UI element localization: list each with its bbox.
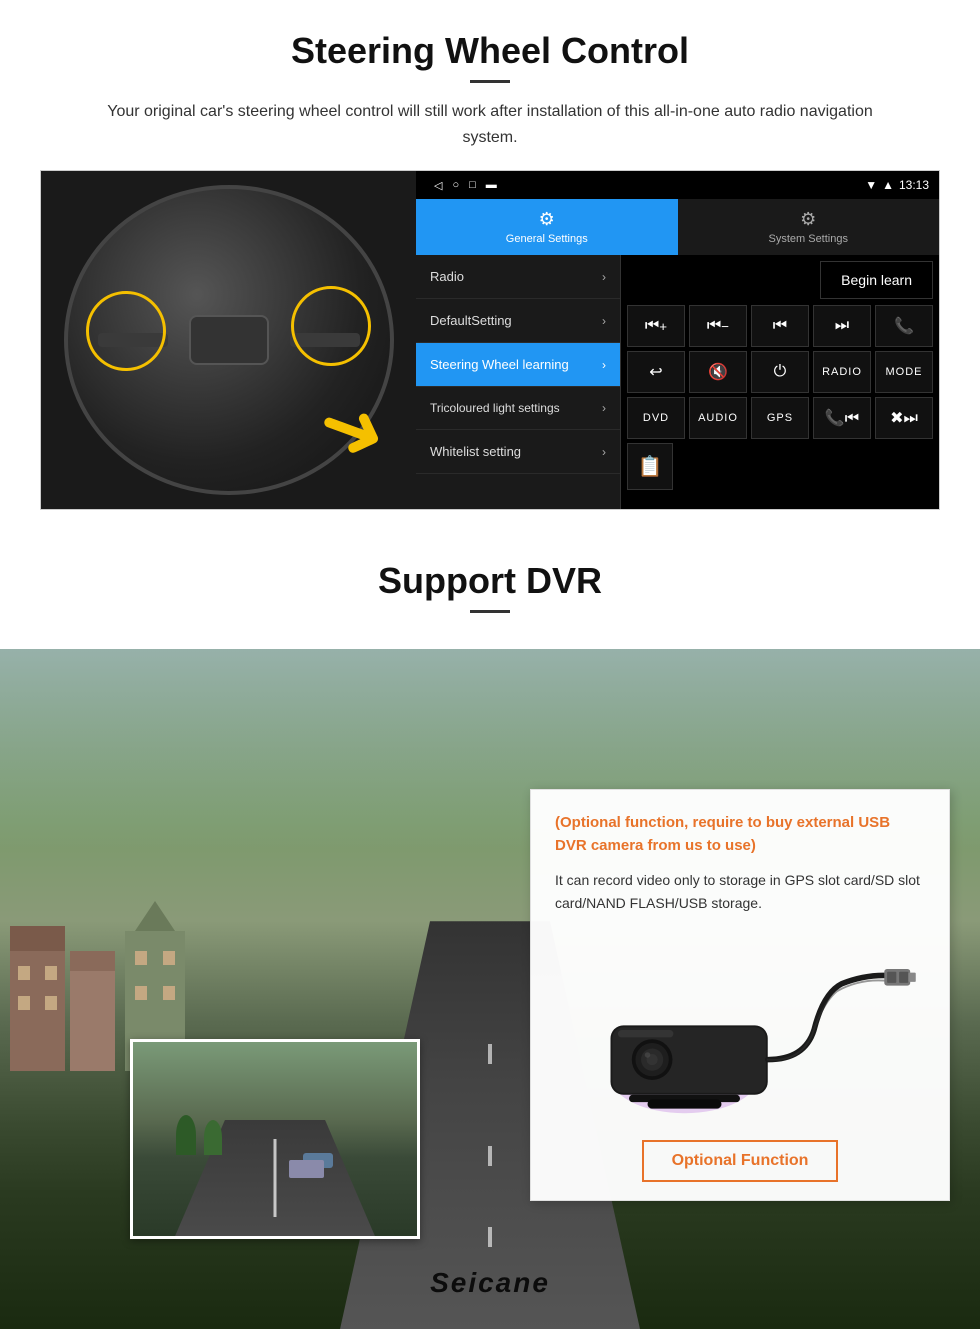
signal-icon: ▼ bbox=[865, 178, 877, 192]
steering-description: Your original car's steering wheel contr… bbox=[80, 99, 900, 150]
ctrl-power[interactable]: ⏻ bbox=[751, 351, 809, 393]
window bbox=[135, 986, 147, 1000]
steering-photo: ➜ bbox=[41, 171, 416, 509]
thumb-tree bbox=[176, 1115, 196, 1155]
chevron-right-icon: › bbox=[602, 314, 606, 328]
dvr-info-card: (Optional function, require to buy exter… bbox=[530, 789, 950, 1201]
steering-demo-area: ➜ ◁ ○ □ ▬ ▼ ▲ 13:13 ⚙ General Setting bbox=[40, 170, 940, 510]
window bbox=[45, 996, 57, 1010]
dvr-thumbnail bbox=[130, 1039, 420, 1239]
dvr-camera-image bbox=[555, 930, 925, 1130]
tab-system-label: System Settings bbox=[769, 233, 848, 245]
tab-system-settings[interactable]: ⚙ System Settings bbox=[678, 199, 940, 255]
steering-title: Steering Wheel Control bbox=[40, 30, 940, 72]
window bbox=[163, 986, 175, 1000]
optional-function-button[interactable]: Optional Function bbox=[642, 1140, 839, 1182]
window bbox=[45, 966, 57, 980]
ctrl-phone[interactable]: 📞 bbox=[875, 305, 933, 347]
button-grid-area: Begin learn ⏮+ ⏮− ⏮ ⏭ 📞 ↩ 🔇 ⏻ RADIO bbox=[621, 255, 939, 509]
system-icon: ⚙ bbox=[800, 209, 816, 230]
menu-item-radio[interactable]: Radio › bbox=[416, 255, 620, 299]
thumb-road-line bbox=[274, 1139, 277, 1217]
highlight-circle-right bbox=[291, 286, 371, 366]
ctrl-vol-plus[interactable]: ⏮+ bbox=[627, 305, 685, 347]
dvr-section: Support DVR bbox=[0, 530, 980, 1329]
chevron-right-icon: › bbox=[602, 401, 606, 415]
android-panel: ◁ ○ □ ▬ ▼ ▲ 13:13 ⚙ General Settings ⚙ S… bbox=[416, 171, 939, 509]
menu-tricoloured-label: Tricoloured light settings bbox=[430, 401, 560, 415]
ctrl-next[interactable]: ⏭ bbox=[813, 305, 871, 347]
menu-default-label: DefaultSetting bbox=[430, 313, 512, 328]
window bbox=[163, 951, 175, 965]
android-content: Radio › DefaultSetting › Steering Wheel … bbox=[416, 255, 939, 509]
steering-section: Steering Wheel Control Your original car… bbox=[0, 0, 980, 530]
dvr-camera-svg bbox=[555, 930, 925, 1130]
dvr-divider bbox=[470, 610, 510, 613]
chevron-right-icon: › bbox=[602, 358, 606, 372]
ctrl-vol-minus[interactable]: ⏮− bbox=[689, 305, 747, 347]
title-divider bbox=[470, 80, 510, 83]
status-time: 13:13 bbox=[899, 178, 929, 192]
menu-whitelist-label: Whitelist setting bbox=[430, 444, 521, 459]
begin-learn-button[interactable]: Begin learn bbox=[820, 261, 933, 299]
ctrl-mode[interactable]: MODE bbox=[875, 351, 933, 393]
dvr-optional-note: (Optional function, require to buy exter… bbox=[555, 812, 925, 857]
chevron-right-icon: › bbox=[602, 445, 606, 459]
ctrl-gps[interactable]: GPS bbox=[751, 397, 809, 439]
thumb-car-2 bbox=[289, 1160, 324, 1178]
ctrl-whitelist-icon[interactable]: 📋 bbox=[627, 443, 673, 490]
highlight-circle-left bbox=[86, 291, 166, 371]
menu-steering-label: Steering Wheel learning bbox=[430, 357, 569, 372]
wheel-center bbox=[189, 315, 269, 365]
ctrl-prev[interactable]: ⏮ bbox=[751, 305, 809, 347]
window bbox=[18, 996, 30, 1010]
ctrl-mute[interactable]: 🔇 bbox=[689, 351, 747, 393]
dvr-title: Support DVR bbox=[40, 560, 940, 602]
menu-item-default-setting[interactable]: DefaultSetting › bbox=[416, 299, 620, 343]
ctrl-audio[interactable]: AUDIO bbox=[689, 397, 747, 439]
android-status-bar: ◁ ○ □ ▬ ▼ ▲ 13:13 bbox=[416, 171, 939, 199]
menu-radio-label: Radio bbox=[430, 269, 464, 284]
android-tabs: ⚙ General Settings ⚙ System Settings bbox=[416, 199, 939, 255]
dvr-title-area: Support DVR bbox=[0, 530, 980, 649]
settings-menu: Radio › DefaultSetting › Steering Wheel … bbox=[416, 255, 621, 509]
building-1 bbox=[10, 951, 65, 1071]
ctrl-hangup[interactable]: ↩ bbox=[627, 351, 685, 393]
settings-icon: ⚙ bbox=[539, 209, 555, 230]
menu-item-tricoloured[interactable]: Tricoloured light settings › bbox=[416, 387, 620, 430]
menu-btn[interactable]: ▬ bbox=[486, 179, 497, 191]
dvr-description: It can record video only to storage in G… bbox=[555, 869, 925, 914]
back-btn[interactable]: ◁ bbox=[434, 179, 442, 192]
seicane-brand: Seicane bbox=[430, 1267, 550, 1299]
menu-item-whitelist[interactable]: Whitelist setting › bbox=[416, 430, 620, 474]
tab-general-settings[interactable]: ⚙ General Settings bbox=[416, 199, 678, 255]
menu-item-steering-wheel[interactable]: Steering Wheel learning › bbox=[416, 343, 620, 387]
ctrl-dvd[interactable]: DVD bbox=[627, 397, 685, 439]
control-buttons-row1: ⏮+ ⏮− ⏮ ⏭ 📞 ↩ 🔇 ⏻ RADIO MODE DVD AUDIO bbox=[627, 305, 933, 439]
recent-btn[interactable]: □ bbox=[469, 179, 476, 191]
window bbox=[135, 951, 147, 965]
dvr-photo-container: (Optional function, require to buy exter… bbox=[0, 649, 980, 1329]
window bbox=[18, 966, 30, 980]
ctrl-radio[interactable]: RADIO bbox=[813, 351, 871, 393]
status-left: ◁ ○ □ ▬ bbox=[426, 179, 860, 192]
ctrl-phone-next[interactable]: ✖⏭ bbox=[875, 397, 933, 439]
wifi-icon: ▲ bbox=[882, 178, 894, 192]
thumb-tree-2 bbox=[204, 1120, 222, 1155]
chevron-right-icon: › bbox=[602, 270, 606, 284]
tab-general-label: General Settings bbox=[506, 233, 588, 245]
home-btn[interactable]: ○ bbox=[452, 179, 459, 191]
begin-learn-row: Begin learn bbox=[627, 261, 933, 299]
ctrl-phone-prev[interactable]: 📞⏮ bbox=[813, 397, 871, 439]
building-2 bbox=[70, 971, 115, 1071]
